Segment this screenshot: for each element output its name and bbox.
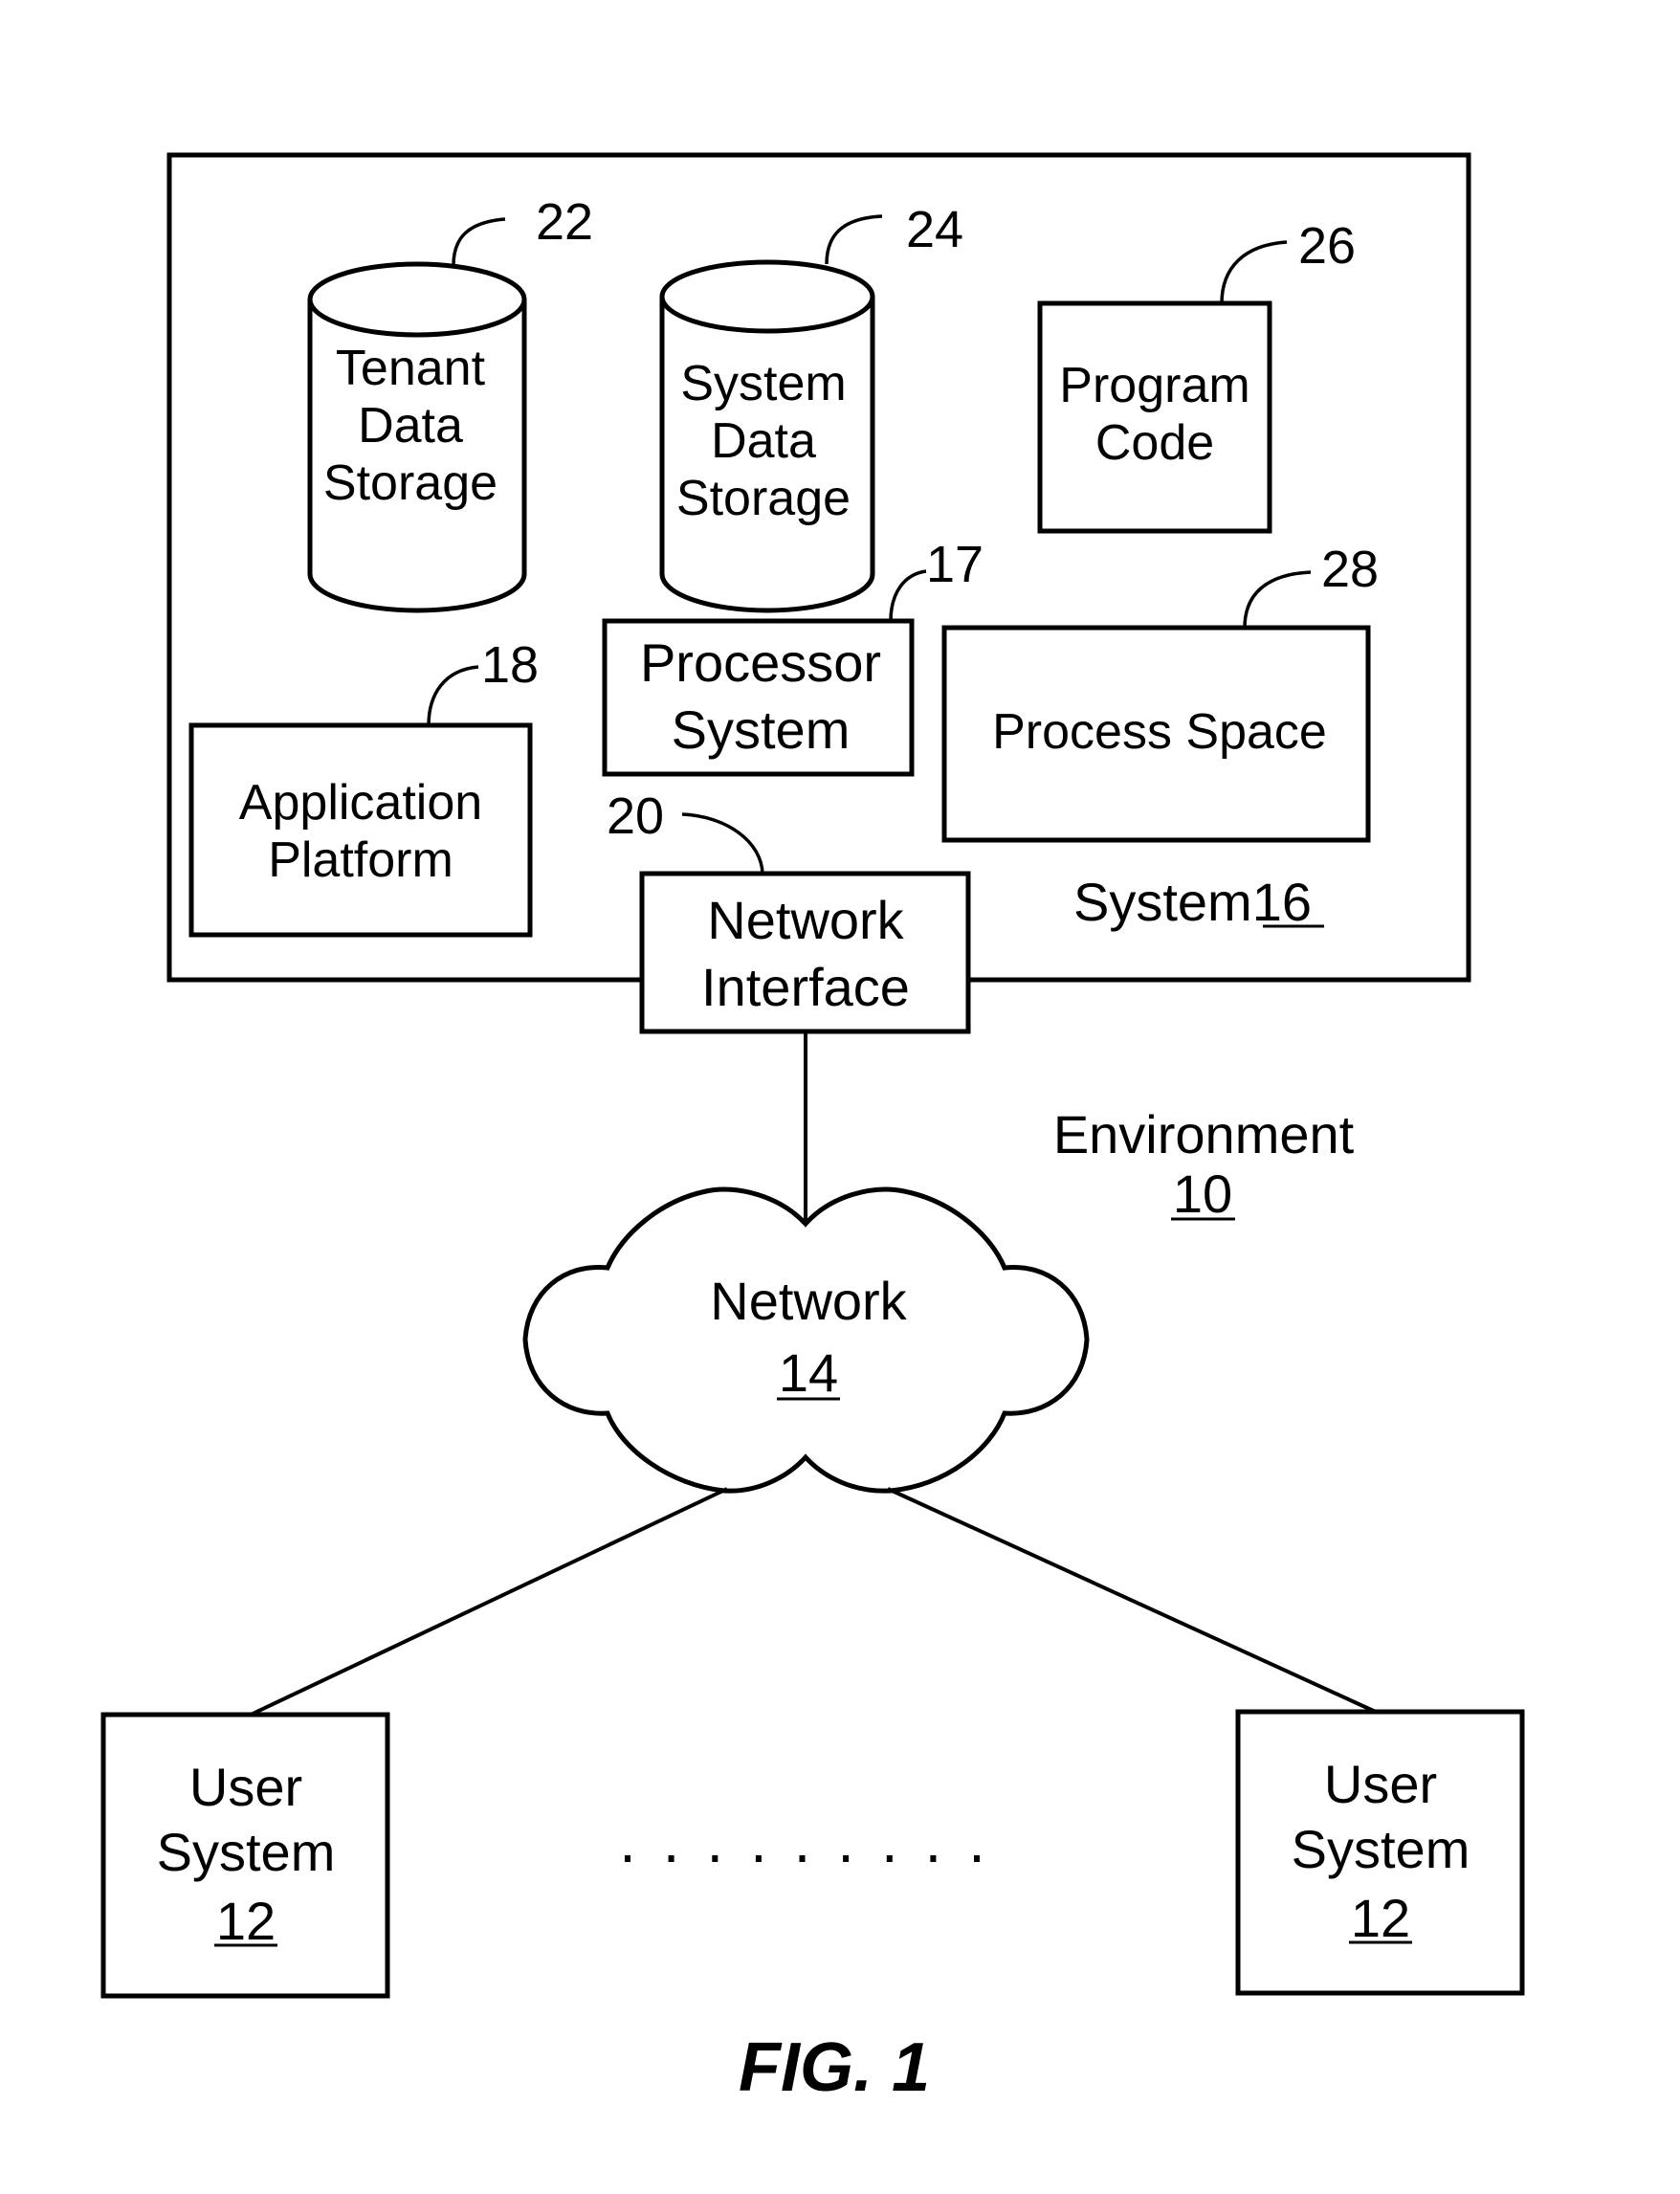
program-code-label-1: Program [1059, 358, 1249, 413]
user-system-right-label-2: System [1292, 1819, 1470, 1879]
system-name-text: System [1073, 872, 1252, 932]
user-system-left: User System 12 [100, 1712, 390, 1999]
ref-24: 24 [906, 201, 963, 258]
environment-diagram: Tenant Data Storage 22 System Data Stora… [100, 152, 1525, 2106]
user-system-right-ref: 12 [1351, 1888, 1410, 1948]
tenant-storage-label-1: Tenant [336, 341, 486, 396]
system-name: System16 [1073, 872, 1312, 932]
ellipsis-dot [930, 1855, 937, 1862]
user-system-right: User System 12 [1235, 1709, 1525, 1996]
processor-system-label-2: System [672, 699, 851, 760]
user-system-right-label-1: User [1324, 1754, 1437, 1814]
ref-22: 22 [536, 193, 593, 251]
cloud-outline [522, 1186, 1090, 1494]
link-network-to-user-left [248, 1487, 728, 1718]
ref-18: 18 [481, 636, 539, 694]
network-ref: 14 [779, 1342, 838, 1403]
system-storage-label-1: System [680, 356, 846, 411]
ellipsis-dot [712, 1855, 718, 1862]
ref-20: 20 [607, 787, 664, 845]
ellipsis-dot [755, 1855, 762, 1862]
network-interface-label-1: Network [707, 890, 904, 950]
processor-system-label-1: Processor [640, 632, 881, 693]
ellipsis-dot [799, 1855, 806, 1862]
user-system-left-label-2: System [157, 1822, 336, 1882]
program-code-label-2: Code [1095, 415, 1214, 471]
ellipsis-dot [668, 1855, 674, 1862]
network-cloud: Network 14 [522, 1186, 1090, 1494]
system-storage-label-3: Storage [676, 471, 851, 526]
ref-26: 26 [1298, 217, 1356, 275]
ellipsis-dot [974, 1855, 980, 1862]
ref-17: 17 [926, 536, 984, 593]
user-system-left-label-1: User [189, 1757, 302, 1817]
ellipsis-dots [625, 1855, 980, 1862]
network-interface-label-2: Interface [701, 957, 910, 1017]
environment-ref: 10 [1173, 1163, 1232, 1224]
figure-caption: FIG. 1 [739, 2029, 930, 2106]
environment-label: Environment 10 [1053, 1104, 1355, 1224]
ref-28: 28 [1321, 541, 1379, 598]
user-system-left-ref: 12 [216, 1891, 276, 1951]
tenant-storage-label-3: Storage [323, 455, 497, 511]
network-name: Network [710, 1271, 907, 1331]
application-platform-label-2: Platform [268, 832, 453, 888]
application-platform-label-1: Application [239, 775, 482, 831]
link-network-to-user-right [887, 1487, 1379, 1715]
system-storage-label-2: Data [711, 413, 816, 469]
system-label: System16 [1073, 872, 1324, 932]
tenant-storage-label-2: Data [358, 398, 463, 454]
environment-name: Environment [1053, 1104, 1355, 1164]
ellipsis-dot [886, 1855, 893, 1862]
tenant-storage-top [307, 261, 527, 338]
system-ref: 16 [1252, 872, 1312, 932]
ellipsis-dot [625, 1855, 630, 1862]
ellipsis-dot [843, 1855, 850, 1862]
process-space-label: Process Space [992, 704, 1327, 760]
system-storage-top [659, 259, 875, 334]
